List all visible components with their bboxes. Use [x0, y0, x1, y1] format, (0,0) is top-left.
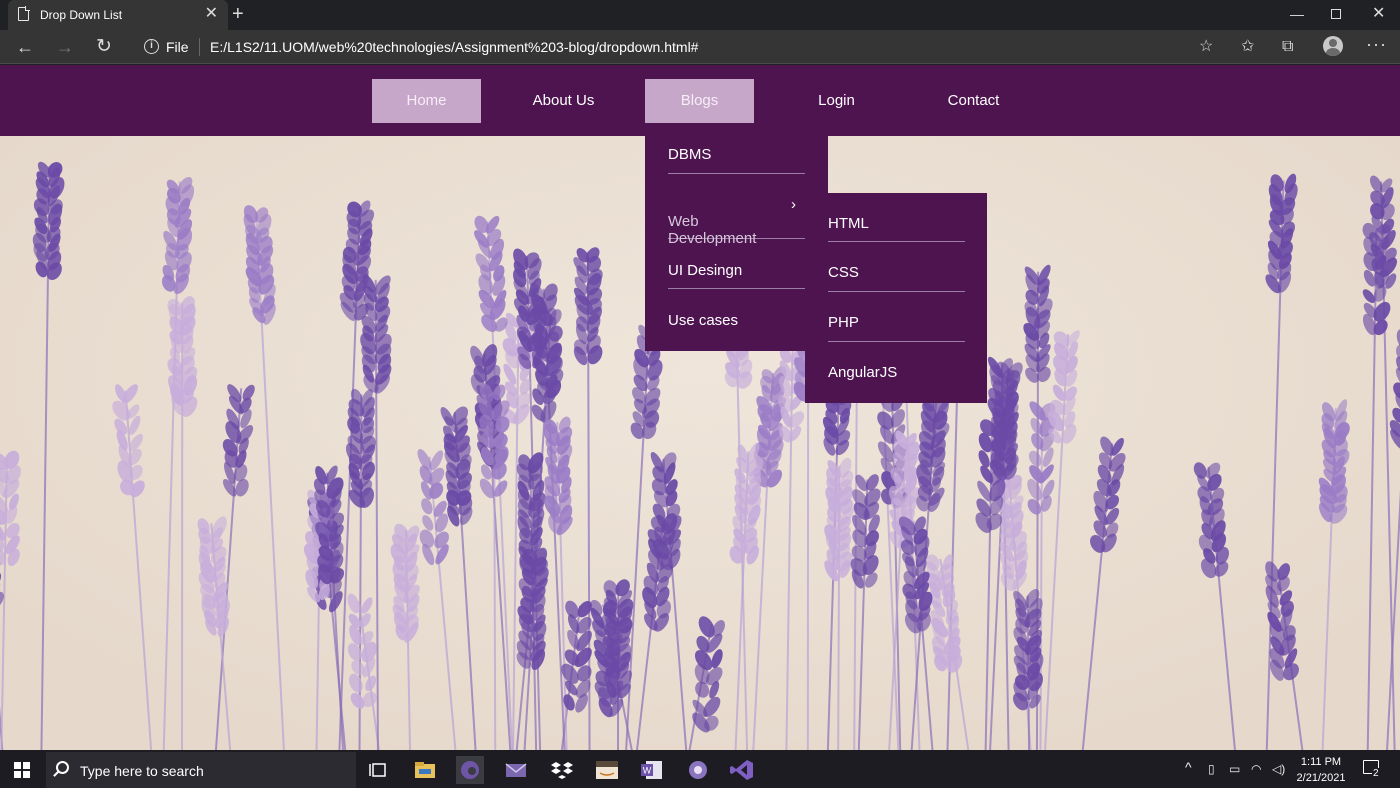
blogs-dropdown-menu: DBMS Web Development › UI Desingn Use ca…	[645, 136, 828, 351]
browser-titlebar: Drop Down List ✕ + ― ✕	[0, 0, 1400, 30]
windows-taskbar: Type here to search W ^ ▯ ▭ ◠ ◁) 1:11 PM…	[0, 750, 1400, 788]
network-icon[interactable]: ◠	[1251, 762, 1261, 776]
close-window-button[interactable]: ✕	[1372, 4, 1385, 24]
minimize-button[interactable]: ―	[1290, 4, 1304, 24]
svg-text:W: W	[643, 766, 652, 776]
tab-title: Drop Down List	[40, 8, 123, 22]
device-icon[interactable]: ▯	[1208, 762, 1215, 776]
browser-toolbar: ← → ↻ i File E:/L1S2/11.UOM/web%20techno…	[0, 30, 1400, 64]
address-bar[interactable]: E:/L1S2/11.UOM/web%20technologies/Assign…	[210, 39, 698, 55]
favorites-icon[interactable]: ✩	[1241, 37, 1254, 57]
dropdown-item-label: DBMS	[668, 146, 712, 163]
new-tab-button[interactable]: +	[232, 3, 244, 25]
notification-count-badge: 2	[1372, 768, 1380, 779]
submenu-item-angularjs[interactable]: AngularJS	[828, 364, 965, 392]
dropdown-item-label: Web Development	[668, 213, 757, 247]
restore-icon	[1331, 9, 1341, 19]
browser-tab[interactable]: Drop Down List ✕	[8, 0, 228, 30]
nav-login[interactable]: Login	[782, 79, 891, 123]
more-menu-icon[interactable]: ···	[1366, 34, 1387, 54]
windows-start-icon[interactable]	[14, 762, 30, 778]
submenu-item-label: AngularJS	[828, 364, 898, 381]
dropdown-item-ui-design[interactable]: UI Desingn	[668, 262, 805, 289]
profile-avatar[interactable]	[1323, 36, 1343, 56]
page-icon	[18, 6, 30, 21]
amazon-icon[interactable]	[592, 756, 622, 784]
file-explorer-icon[interactable]	[410, 756, 440, 784]
site-navbar: Home About Us Blogs Login Contact	[0, 65, 1400, 136]
add-favorite-icon[interactable]: ☆	[1199, 37, 1213, 57]
restore-button[interactable]	[1331, 4, 1341, 24]
nav-contact[interactable]: Contact	[919, 79, 1028, 123]
collections-icon[interactable]: ⧉	[1282, 37, 1293, 57]
clock-time: 1:11 PM	[1300, 756, 1342, 768]
battery-icon[interactable]: ▭	[1229, 762, 1240, 776]
submenu-item-html[interactable]: HTML	[828, 215, 965, 242]
word-icon[interactable]: W	[637, 756, 667, 784]
nav-blogs[interactable]: Blogs	[645, 79, 754, 123]
dropdown-item-dbms[interactable]: DBMS	[668, 146, 805, 174]
clock-date: 2/21/2021	[1296, 772, 1346, 784]
dropdown-item-label: UI Desingn	[668, 262, 743, 279]
visual-studio-icon[interactable]	[727, 756, 757, 784]
dropdown-item-use-cases[interactable]: Use cases	[668, 312, 805, 340]
screen: Drop Down List ✕ + ― ✕ ← → ↻ i File E:/L…	[0, 0, 1400, 788]
submenu-item-label: PHP	[828, 314, 859, 331]
nav-about-us[interactable]: About Us	[509, 79, 618, 123]
chevron-right-icon: ›	[791, 196, 796, 213]
back-button[interactable]: ←	[16, 36, 34, 58]
task-view-icon[interactable]	[364, 756, 394, 784]
submenu-item-css[interactable]: CSS	[828, 264, 965, 292]
web-development-submenu: HTML CSS PHP AngularJS	[805, 193, 987, 403]
dropdown-item-web-development[interactable]: Web Development ›	[668, 196, 805, 247]
search-placeholder: Type here to search	[80, 763, 204, 779]
show-hidden-icons[interactable]: ^	[1185, 760, 1192, 774]
reload-button[interactable]: ↻	[96, 36, 112, 58]
submenu-item-label: CSS	[828, 264, 859, 281]
dropdown-item-label: Use cases	[668, 312, 739, 329]
edge-icon[interactable]	[455, 756, 485, 784]
chrome-icon[interactable]	[683, 756, 713, 784]
web-page: Home About Us Blogs Login Contact DBMS W…	[0, 65, 1400, 750]
search-icon	[56, 761, 69, 774]
nav-home[interactable]: Home	[372, 79, 481, 123]
volume-icon[interactable]: ◁)	[1272, 762, 1285, 776]
address-separator	[199, 38, 200, 56]
submenu-item-php[interactable]: PHP	[828, 314, 965, 342]
taskbar-search-box[interactable]: Type here to search	[46, 752, 356, 788]
forward-button[interactable]: →	[56, 36, 74, 58]
site-info-label[interactable]: File	[166, 39, 189, 55]
info-icon[interactable]: i	[144, 39, 159, 54]
tab-close-icon[interactable]: ✕	[205, 5, 218, 23]
mail-icon[interactable]	[501, 756, 531, 784]
dropbox-icon[interactable]	[547, 756, 577, 784]
system-clock[interactable]: 1:11 PM 2/21/2021	[1288, 754, 1354, 786]
submenu-item-label: HTML	[828, 215, 869, 232]
